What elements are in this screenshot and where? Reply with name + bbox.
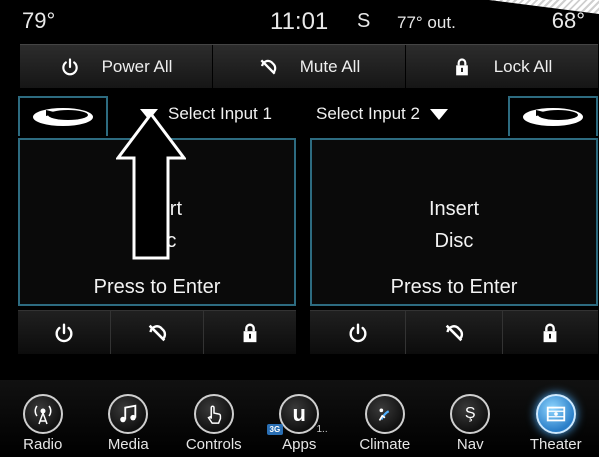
- nav-nav[interactable]: Ş Nav: [428, 380, 514, 457]
- lock-icon: [455, 58, 468, 75]
- music-note-icon: [108, 394, 149, 434]
- panel-2-controls: [310, 310, 598, 354]
- power-icon: [61, 57, 78, 75]
- press-to-enter-label: Press to Enter: [93, 276, 221, 298]
- film-icon: [535, 394, 576, 434]
- panel-2-power-button[interactable]: [310, 311, 407, 354]
- panel-2-mute-button[interactable]: [406, 311, 503, 354]
- dropdown-triangle-icon: [429, 108, 448, 120]
- press-to-enter-label: Press to Enter: [390, 276, 518, 298]
- bluray-disc-icon: [18, 96, 108, 136]
- select-input-2-label: Select Input 2: [316, 104, 420, 123]
- panel-2-header: Select Input 2: [310, 90, 598, 138]
- nav-media-label: Media: [107, 436, 149, 453]
- mute-icon: [260, 59, 276, 74]
- panel-1-controls: [18, 310, 296, 354]
- nav-climate[interactable]: Climate: [342, 380, 428, 457]
- callout-arrow-icon: [116, 112, 186, 260]
- 3g-badge: 3G: [266, 424, 284, 435]
- lock-all-label: Lock All: [493, 56, 553, 76]
- panel-1-mute-button[interactable]: [111, 311, 204, 354]
- nav-climate-label: Climate: [359, 436, 411, 453]
- mute-icon: [445, 324, 464, 341]
- rear-screen-2-panel: Select Input 2 Insert Disc Press to Ente…: [310, 90, 598, 356]
- hand-touch-icon: [193, 394, 234, 434]
- power-all-label: Power All: [101, 56, 173, 76]
- clock: 11:01: [270, 8, 329, 35]
- panel-2-lock-button[interactable]: [503, 311, 598, 354]
- panel-2-screen-button[interactable]: Insert Disc Press to Enter: [310, 138, 598, 306]
- select-input-2-button[interactable]: Select Input 2: [316, 90, 448, 138]
- uconnect-icon: u: [279, 394, 320, 434]
- compass-icon: Ş: [450, 394, 491, 434]
- theater-screen: 79° 11:01 S 77° out. 68° Power All Mute …: [0, 0, 599, 457]
- radio-icon: [22, 394, 63, 434]
- panel-1-lock-button[interactable]: [204, 311, 296, 354]
- mute-all-button[interactable]: Mute All: [213, 45, 406, 88]
- disc-label: Disc: [434, 230, 474, 252]
- lock-icon: [543, 323, 557, 342]
- power-icon: [349, 323, 367, 342]
- climate-icon: [364, 394, 405, 434]
- compass-heading: S: [357, 10, 371, 32]
- nav-nav-label: Nav: [456, 436, 484, 453]
- bluray-disc-icon: [508, 96, 598, 136]
- insert-label: Insert: [428, 198, 480, 220]
- panel-1-power-button[interactable]: [18, 311, 111, 354]
- lock-icon: [243, 323, 257, 342]
- nav-theater[interactable]: Theater: [513, 380, 599, 457]
- nav-media[interactable]: Media: [86, 380, 172, 457]
- global-controls-bar: Power All Mute All Lock All: [20, 44, 598, 88]
- nav-theater-label: Theater: [529, 436, 582, 453]
- outside-temp: 77° out.: [397, 13, 456, 32]
- apps-extra-indicator: 1..: [316, 424, 328, 435]
- nav-apps-label: Apps: [282, 436, 317, 453]
- nav-radio[interactable]: Radio: [0, 380, 86, 457]
- mute-icon: [148, 324, 167, 341]
- passenger-temp: 68°: [551, 8, 585, 33]
- nav-radio-label: Radio: [23, 436, 63, 453]
- power-icon: [55, 323, 73, 342]
- nav-controls[interactable]: Controls: [171, 380, 257, 457]
- nav-controls-label: Controls: [185, 436, 242, 453]
- bottom-nav-bar: Radio Media Controls u 3G 1.. Apps Clima…: [0, 380, 599, 457]
- driver-temp: 79°: [22, 8, 56, 33]
- lock-all-button[interactable]: Lock All: [406, 45, 598, 88]
- power-all-button[interactable]: Power All: [20, 45, 213, 88]
- nav-apps[interactable]: u 3G 1.. Apps: [257, 380, 343, 457]
- mute-all-label: Mute All: [299, 56, 361, 76]
